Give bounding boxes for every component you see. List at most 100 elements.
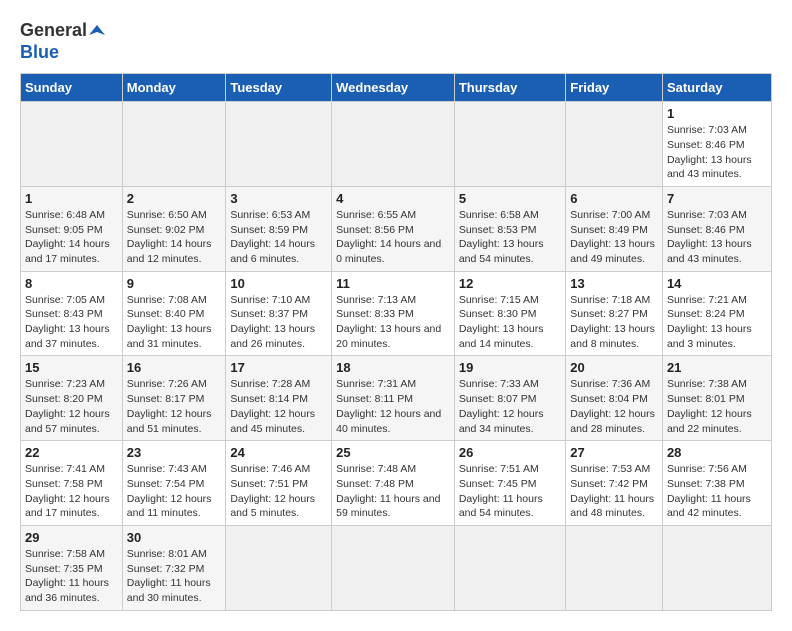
- day-number: 24: [230, 445, 327, 460]
- calendar-cell: 19 Sunrise: 7:33 AM Sunset: 8:07 PM Dayli…: [454, 356, 565, 441]
- day-info: Sunrise: 6:48 AM Sunset: 9:05 PM Dayligh…: [25, 208, 118, 267]
- day-info: Sunrise: 7:33 AM Sunset: 8:07 PM Dayligh…: [459, 377, 561, 436]
- day-number: 15: [25, 360, 118, 375]
- calendar-cell: [454, 525, 565, 610]
- calendar-week-row: 1Sunrise: 7:03 AM Sunset: 8:46 PM Daylig…: [21, 102, 772, 187]
- day-header-sunday: Sunday: [21, 74, 123, 102]
- day-number: 14: [667, 276, 767, 291]
- calendar-cell: 10 Sunrise: 7:10 AM Sunset: 8:37 PM Dayli…: [226, 271, 332, 356]
- day-number: 26: [459, 445, 561, 460]
- day-number: 13: [570, 276, 658, 291]
- day-info: Sunrise: 7:48 AM Sunset: 7:48 PM Dayligh…: [336, 462, 450, 521]
- day-info: Sunrise: 7:41 AM Sunset: 7:58 PM Dayligh…: [25, 462, 118, 521]
- calendar-week-row: 15 Sunrise: 7:23 AM Sunset: 8:20 PM Dayli…: [21, 356, 772, 441]
- calendar-cell: [226, 102, 332, 187]
- calendar-cell: 1Sunrise: 6:48 AM Sunset: 9:05 PM Daylig…: [21, 186, 123, 271]
- calendar-cell: 16 Sunrise: 7:26 AM Sunset: 8:17 PM Dayli…: [122, 356, 226, 441]
- day-info: Sunrise: 7:36 AM Sunset: 8:04 PM Dayligh…: [570, 377, 658, 436]
- calendar-cell: 20 Sunrise: 7:36 AM Sunset: 8:04 PM Dayli…: [566, 356, 663, 441]
- day-number: 20: [570, 360, 658, 375]
- day-number: 23: [127, 445, 222, 460]
- calendar-cell: 8 Sunrise: 7:05 AM Sunset: 8:43 PM Daylig…: [21, 271, 123, 356]
- calendar-header-row: SundayMondayTuesdayWednesdayThursdayFrid…: [21, 74, 772, 102]
- calendar-cell: 12Sunrise: 7:15 AM Sunset: 8:30 PM Dayli…: [454, 271, 565, 356]
- calendar-cell: 6 Sunrise: 7:00 AM Sunset: 8:49 PM Daylig…: [566, 186, 663, 271]
- calendar-cell: [662, 525, 771, 610]
- calendar-cell: 15 Sunrise: 7:23 AM Sunset: 8:20 PM Dayli…: [21, 356, 123, 441]
- day-number: 10: [230, 276, 327, 291]
- day-number: 5: [459, 191, 561, 206]
- calendar-cell: 29 Sunrise: 7:58 AM Sunset: 7:35 PM Dayli…: [21, 525, 123, 610]
- calendar-cell: 3 Sunrise: 6:53 AM Sunset: 8:59 PM Daylig…: [226, 186, 332, 271]
- day-info: Sunrise: 6:50 AM Sunset: 9:02 PM Dayligh…: [127, 208, 222, 267]
- day-number: 12: [459, 276, 561, 291]
- day-number: 11: [336, 276, 450, 291]
- day-info: Sunrise: 7:58 AM Sunset: 7:35 PM Dayligh…: [25, 547, 118, 606]
- logo-general: General: [20, 20, 87, 42]
- calendar-cell: [566, 525, 663, 610]
- calendar-cell: 7Sunrise: 7:03 AM Sunset: 8:46 PM Daylig…: [662, 186, 771, 271]
- day-header-saturday: Saturday: [662, 74, 771, 102]
- day-number: 16: [127, 360, 222, 375]
- calendar-cell: 30Sunrise: 8:01 AM Sunset: 7:32 PM Dayli…: [122, 525, 226, 610]
- logo-blue: Blue: [20, 42, 105, 64]
- day-info: Sunrise: 7:38 AM Sunset: 8:01 PM Dayligh…: [667, 377, 767, 436]
- calendar-cell: 5 Sunrise: 6:58 AM Sunset: 8:53 PM Daylig…: [454, 186, 565, 271]
- calendar-cell: [566, 102, 663, 187]
- day-info: Sunrise: 7:26 AM Sunset: 8:17 PM Dayligh…: [127, 377, 222, 436]
- day-info: Sunrise: 7:08 AM Sunset: 8:40 PM Dayligh…: [127, 293, 222, 352]
- calendar-week-row: 1Sunrise: 6:48 AM Sunset: 9:05 PM Daylig…: [21, 186, 772, 271]
- day-number: 19: [459, 360, 561, 375]
- day-info: Sunrise: 7:31 AM Sunset: 8:11 PM Dayligh…: [336, 377, 450, 436]
- day-info: Sunrise: 7:43 AM Sunset: 7:54 PM Dayligh…: [127, 462, 222, 521]
- day-number: 17: [230, 360, 327, 375]
- day-info: Sunrise: 7:46 AM Sunset: 7:51 PM Dayligh…: [230, 462, 327, 521]
- calendar-cell: [332, 525, 455, 610]
- calendar-cell: 1Sunrise: 7:03 AM Sunset: 8:46 PM Daylig…: [662, 102, 771, 187]
- day-info: Sunrise: 7:05 AM Sunset: 8:43 PM Dayligh…: [25, 293, 118, 352]
- day-info: Sunrise: 7:18 AM Sunset: 8:27 PM Dayligh…: [570, 293, 658, 352]
- day-number: 4: [336, 191, 450, 206]
- calendar-cell: 23 Sunrise: 7:43 AM Sunset: 7:54 PM Dayli…: [122, 441, 226, 526]
- calendar-cell: 28 Sunrise: 7:56 AM Sunset: 7:38 PM Dayli…: [662, 441, 771, 526]
- day-info: Sunrise: 7:21 AM Sunset: 8:24 PM Dayligh…: [667, 293, 767, 352]
- day-number: 29: [25, 530, 118, 545]
- day-number: 8: [25, 276, 118, 291]
- calendar-week-row: 29 Sunrise: 7:58 AM Sunset: 7:35 PM Dayli…: [21, 525, 772, 610]
- day-number: 27: [570, 445, 658, 460]
- day-header-tuesday: Tuesday: [226, 74, 332, 102]
- logo-bird-icon: [89, 23, 105, 39]
- day-number: 28: [667, 445, 767, 460]
- day-number: 2: [127, 191, 222, 206]
- calendar-cell: 13 Sunrise: 7:18 AM Sunset: 8:27 PM Dayli…: [566, 271, 663, 356]
- calendar-cell: 26 Sunrise: 7:51 AM Sunset: 7:45 PM Dayli…: [454, 441, 565, 526]
- calendar-cell: 9 Sunrise: 7:08 AM Sunset: 8:40 PM Daylig…: [122, 271, 226, 356]
- calendar-cell: [226, 525, 332, 610]
- day-info: Sunrise: 6:55 AM Sunset: 8:56 PM Dayligh…: [336, 208, 450, 267]
- day-info: Sunrise: 7:03 AM Sunset: 8:46 PM Dayligh…: [667, 208, 767, 267]
- calendar-cell: 25Sunrise: 7:48 AM Sunset: 7:48 PM Dayli…: [332, 441, 455, 526]
- calendar-cell: [454, 102, 565, 187]
- day-info: Sunrise: 7:10 AM Sunset: 8:37 PM Dayligh…: [230, 293, 327, 352]
- calendar-cell: 17 Sunrise: 7:28 AM Sunset: 8:14 PM Dayli…: [226, 356, 332, 441]
- day-info: Sunrise: 7:28 AM Sunset: 8:14 PM Dayligh…: [230, 377, 327, 436]
- calendar-cell: 14 Sunrise: 7:21 AM Sunset: 8:24 PM Dayli…: [662, 271, 771, 356]
- calendar-cell: 4 Sunrise: 6:55 AM Sunset: 8:56 PM Daylig…: [332, 186, 455, 271]
- day-info: Sunrise: 6:53 AM Sunset: 8:59 PM Dayligh…: [230, 208, 327, 267]
- day-number: 3: [230, 191, 327, 206]
- day-info: Sunrise: 7:00 AM Sunset: 8:49 PM Dayligh…: [570, 208, 658, 267]
- day-info: Sunrise: 7:51 AM Sunset: 7:45 PM Dayligh…: [459, 462, 561, 521]
- day-header-monday: Monday: [122, 74, 226, 102]
- day-header-wednesday: Wednesday: [332, 74, 455, 102]
- day-info: Sunrise: 7:56 AM Sunset: 7:38 PM Dayligh…: [667, 462, 767, 521]
- day-number: 1: [667, 106, 767, 121]
- day-info: Sunrise: 7:23 AM Sunset: 8:20 PM Dayligh…: [25, 377, 118, 436]
- calendar-week-row: 8 Sunrise: 7:05 AM Sunset: 8:43 PM Daylig…: [21, 271, 772, 356]
- calendar-cell: 18 Sunrise: 7:31 AM Sunset: 8:11 PM Dayli…: [332, 356, 455, 441]
- page-header: General Blue: [20, 20, 772, 63]
- day-info: Sunrise: 6:58 AM Sunset: 8:53 PM Dayligh…: [459, 208, 561, 267]
- day-number: 18: [336, 360, 450, 375]
- day-number: 9: [127, 276, 222, 291]
- day-number: 21: [667, 360, 767, 375]
- day-number: 6: [570, 191, 658, 206]
